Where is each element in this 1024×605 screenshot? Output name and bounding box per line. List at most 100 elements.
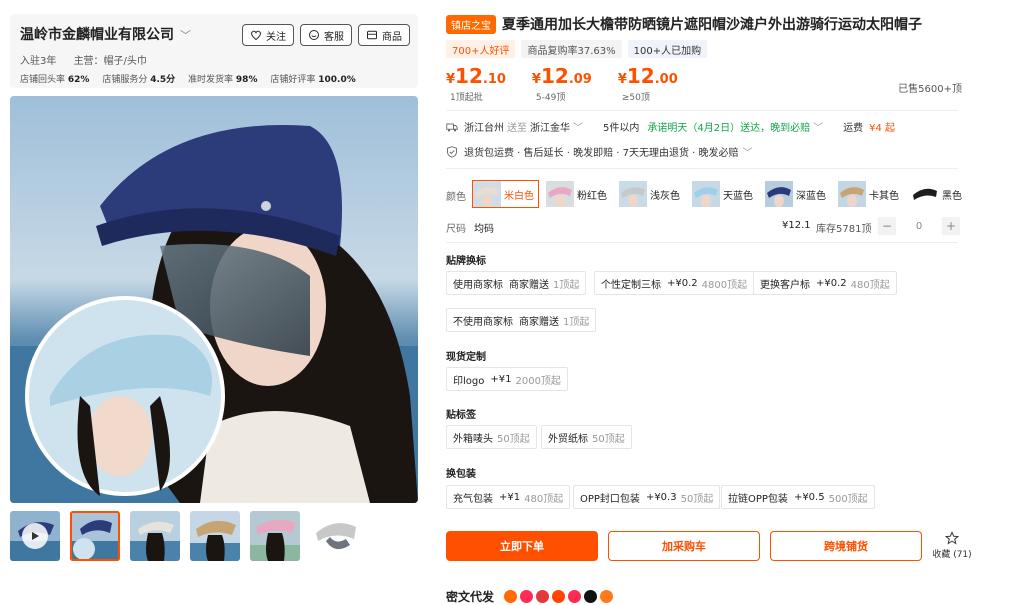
option-min: 2000顶起 — [515, 375, 561, 387]
shipping-row: 浙江台州 送至 浙江金华 ﹀ 5件以内 承诺明天（4月2日）送达，晚到必赔 ﹀ … — [446, 119, 895, 134]
color-name: 黑色 — [942, 190, 962, 202]
option-zipper-opp-pack[interactable]: 拉链OPP包装 +¥0.5 500顶起 — [721, 485, 875, 509]
platform-icon-kuaishou — [568, 590, 582, 603]
shop-name[interactable]: 温岭市金麟帽业有限公司 ﹀ — [20, 24, 191, 44]
color-option-navy[interactable]: 深蓝色 — [764, 180, 831, 208]
products-button[interactable]: 商品 — [358, 24, 410, 46]
services-row[interactable]: 退货包运费 · 售后延长 · 晚发即赔 · 7天无理由退货 · 晚发必赔 ﹀ — [446, 144, 753, 159]
option-inflatable-pack[interactable]: 充气包装 +¥1 480顶起 — [446, 485, 571, 509]
quantity-value[interactable]: 0 — [896, 221, 942, 232]
fee-value: ¥4 起 — [869, 123, 896, 134]
option-extra: +¥1 — [490, 373, 512, 385]
option-name: 印logo — [453, 375, 485, 387]
option-name: 外箱唛头 — [453, 433, 493, 445]
buy-now-button[interactable]: 立即下单 — [446, 531, 598, 561]
shop-name-text[interactable]: 温岭市金麟帽业有限公司 — [20, 27, 174, 43]
option-use-merchant-label[interactable]: 使用商家标 商家赠送 1顶起 — [446, 271, 587, 295]
shop-years: 入驻3年 — [20, 56, 57, 67]
shop-actions: 关注 客服 商品 — [242, 24, 410, 46]
stat-repurchase: 店铺回头率 62% — [20, 75, 89, 85]
thumbnail-video[interactable] — [10, 511, 60, 561]
stat-label: 店铺服务分 — [102, 75, 148, 85]
option-outer-box-mark[interactable]: 外箱唛头 50顶起 — [446, 425, 537, 449]
option-custom-three-labels[interactable]: 个性定制三标 +¥0.2 4800顶起 — [594, 271, 755, 295]
swatch-image — [692, 181, 720, 207]
color-option-pink[interactable]: 粉红色 — [545, 180, 612, 208]
ship-from: 浙江台州 — [464, 123, 504, 134]
option-name: 充气包装 — [453, 493, 493, 505]
ship-promise[interactable]: 承诺明天（4月2日）送达，晚到必赔 — [647, 119, 810, 134]
option-trade-paper-label[interactable]: 外贸纸标 50顶起 — [541, 425, 632, 449]
option-extra: +¥0.3 — [645, 491, 677, 503]
option-min: 50顶起 — [592, 433, 625, 445]
thumbnail-1[interactable] — [70, 511, 120, 561]
size-stock: 库存5781顶 — [816, 224, 872, 235]
ship-to[interactable]: 浙江金华 — [530, 119, 570, 134]
add-to-cart-button[interactable]: 加采购车 — [608, 531, 760, 561]
option-extra: 商家赠送 — [509, 279, 549, 291]
chevron-down-icon[interactable]: ﹀ — [743, 144, 753, 159]
option-extra: +¥1 — [499, 491, 521, 503]
services-text: 退货包运费 · 售后延长 · 晚发即赔 · 7天无理由退货 · 晚发必赔 — [464, 148, 739, 159]
platform-icons — [504, 590, 614, 603]
swatch-image — [838, 181, 866, 207]
price-decimal: .09 — [568, 72, 592, 87]
color-option-light-gray[interactable]: 浅灰色 — [618, 180, 685, 208]
option-no-merchant-label[interactable]: 不使用商家标 商家赠送 1顶起 — [446, 308, 597, 332]
service-button[interactable]: 客服 — [300, 24, 352, 46]
size-label: 尺码 — [446, 224, 466, 235]
price-integer: 12 — [455, 64, 483, 88]
option-min: 480顶起 — [850, 279, 890, 291]
swatch-image — [765, 181, 793, 207]
stat-positive: 店铺好评率 100.0% — [270, 75, 355, 85]
section-title-label-custom: 贴牌换标 — [446, 256, 486, 267]
option-opp-seal-pack[interactable]: OPP封口包装 +¥0.3 50顶起 — [573, 485, 721, 509]
price-currency: ¥ — [617, 72, 627, 87]
thumbnail-2[interactable] — [130, 511, 180, 561]
option-min: 500顶起 — [828, 493, 868, 505]
thumbnail-image — [130, 511, 180, 561]
platform-icon-taobao — [520, 590, 534, 603]
chevron-down-icon[interactable]: ﹀ — [180, 29, 191, 42]
option-min: 4800顶起 — [701, 279, 748, 291]
play-icon[interactable] — [22, 523, 48, 549]
cross-border-button[interactable]: 跨境铺货 — [770, 531, 922, 561]
option-extra: +¥0.2 — [816, 277, 847, 289]
shop-main-business: 主营：帽子/头巾 — [73, 56, 147, 67]
section-title-stock-custom: 现货定制 — [446, 352, 486, 363]
option-extra: +¥0.5 — [793, 491, 825, 503]
star-icon — [945, 531, 959, 545]
option-extra: 商家赠送 — [519, 316, 559, 328]
color-name: 米白色 — [504, 190, 534, 202]
tag-reviews[interactable]: 700+人好评 — [446, 40, 516, 58]
favorite-button[interactable]: 收藏 (71) — [930, 531, 974, 560]
chevron-down-icon[interactable]: ﹀ — [573, 119, 583, 134]
option-print-logo[interactable]: 印logo +¥1 2000顶起 — [446, 367, 568, 391]
platform-icon-pdd — [552, 590, 566, 603]
stat-label: 店铺好评率 — [270, 75, 316, 85]
shop-meta: 入驻3年 主营：帽子/头巾 — [20, 52, 161, 67]
minus-button[interactable]: − — [878, 217, 896, 235]
price-tier: ¥12.09 5-49顶 — [532, 64, 592, 103]
divider — [446, 242, 958, 243]
truck-icon — [446, 123, 458, 131]
color-option-milk-white[interactable]: 米白色 — [472, 180, 539, 208]
chevron-down-icon[interactable]: ﹀ — [813, 119, 823, 134]
color-option-khaki[interactable]: 卡其色 — [837, 180, 904, 208]
stat-value: 98% — [235, 75, 258, 85]
plus-button[interactable]: + — [942, 217, 960, 235]
thumbnail-5[interactable] — [310, 511, 360, 561]
price-decimal: .00 — [654, 72, 678, 87]
store-icon — [367, 30, 377, 40]
thumbnail-4[interactable] — [250, 511, 300, 561]
color-option-sky-blue[interactable]: 天蓝色 — [691, 180, 758, 208]
product-main-image[interactable] — [10, 96, 418, 503]
thumbnail-3[interactable] — [190, 511, 240, 561]
option-replace-customer-label[interactable]: 更换客户标 +¥0.2 480顶起 — [753, 271, 897, 295]
color-options: 米白色 粉红色 浅灰色 天蓝色 深蓝色 卡其色 黑色 — [472, 180, 967, 208]
follow-button[interactable]: 关注 — [242, 24, 294, 46]
price-condition: 5-49顶 — [535, 93, 566, 103]
color-name: 天蓝色 — [723, 190, 753, 202]
color-option-black[interactable]: 黑色 — [910, 180, 967, 208]
ship-to-word: 送至 — [507, 123, 527, 134]
